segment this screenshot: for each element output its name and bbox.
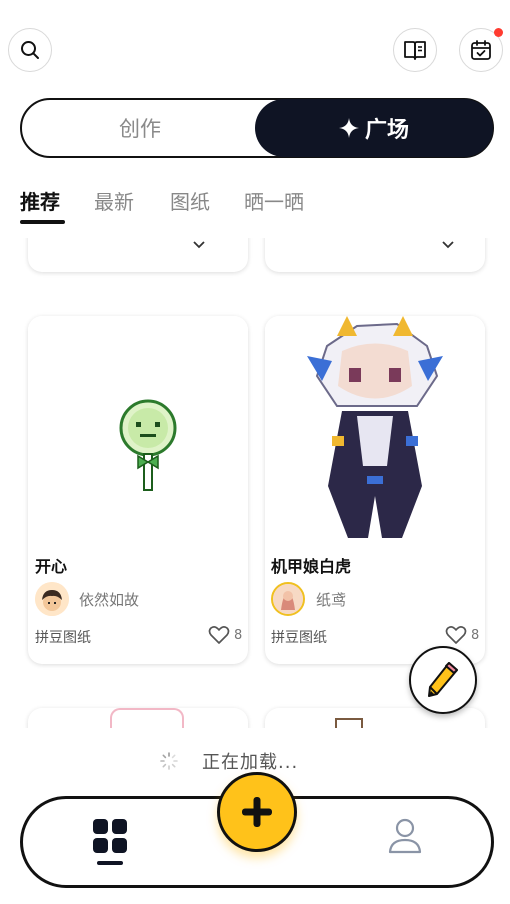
sparkle-icon: [338, 118, 359, 138]
feed-tabs: 推荐 最新 图纸 晒一晒: [20, 186, 340, 226]
post-image: [265, 316, 485, 538]
spinner-icon: [160, 752, 178, 770]
pixel-mecha-girl-image: [307, 316, 443, 538]
like-count: 8: [471, 627, 480, 643]
mode-switch: 创作 广场: [20, 98, 494, 158]
post-image: [335, 718, 363, 728]
segment-create-label: 创作: [119, 117, 161, 141]
user-icon: [388, 818, 422, 854]
post-image: [28, 316, 248, 538]
plus-icon: [242, 797, 272, 827]
post-card[interactable]: 开心 依然如故 拼豆图纸 8: [28, 316, 248, 664]
like-count: 8: [234, 627, 243, 643]
notification-dot: [494, 28, 503, 37]
loading-indicator: 正在加载...: [160, 748, 298, 774]
author-avatar-image: [35, 582, 69, 616]
avatar[interactable]: [35, 582, 69, 616]
chevron-down-icon: [442, 241, 454, 249]
calendar-check-icon: [471, 40, 491, 60]
post-title: 开心: [35, 557, 68, 576]
tab-label: 推荐: [20, 190, 60, 214]
guide-button[interactable]: [393, 28, 437, 72]
post-card[interactable]: 机甲娘白虎 纸鸢 拼豆图纸 8: [265, 316, 485, 664]
author-name[interactable]: 纸鸢: [316, 589, 346, 610]
like-button[interactable]: 8: [208, 625, 242, 645]
nav-active-indicator: [97, 861, 123, 865]
tab-label: 图纸: [170, 190, 210, 214]
active-tab-indicator: [20, 220, 65, 224]
chevron-down-icon: [193, 241, 205, 249]
segment-square[interactable]: 广场: [255, 99, 493, 157]
author-avatar-image: [273, 584, 303, 614]
heart-icon: [208, 626, 230, 644]
like-button[interactable]: 8: [445, 625, 479, 645]
tab-latest[interactable]: 最新: [94, 186, 134, 215]
book-open-icon: [404, 41, 426, 60]
nav-home[interactable]: [93, 819, 127, 865]
post-card-partial[interactable]: [265, 238, 485, 272]
tab-patterns[interactable]: 图纸: [170, 186, 210, 215]
post-tag[interactable]: 拼豆图纸: [271, 627, 327, 647]
segment-square-label: 广场: [364, 118, 409, 143]
tab-label: 晒一晒: [244, 190, 304, 214]
author-name[interactable]: 依然如故: [79, 589, 139, 610]
search-button[interactable]: [8, 28, 52, 72]
draw-button[interactable]: [409, 646, 477, 714]
pixel-lollipop-image: [119, 399, 177, 491]
post-title: 机甲娘白虎: [271, 557, 352, 576]
pencil-icon: [428, 662, 458, 697]
tab-label: 最新: [94, 190, 134, 214]
tab-showcase[interactable]: 晒一晒: [244, 186, 304, 215]
post-image: [110, 708, 184, 728]
post-card-partial[interactable]: [28, 708, 248, 728]
loading-text: 正在加载...: [202, 752, 299, 773]
tab-recommend[interactable]: 推荐: [20, 186, 60, 215]
grid-icon: [93, 819, 127, 853]
post-tag[interactable]: 拼豆图纸: [35, 627, 91, 647]
search-icon: [21, 41, 39, 59]
nav-profile[interactable]: [388, 818, 422, 858]
segment-create[interactable]: 创作: [22, 100, 258, 156]
heart-icon: [445, 626, 467, 644]
post-card-partial[interactable]: [28, 238, 248, 272]
create-button[interactable]: [217, 772, 297, 852]
avatar[interactable]: [271, 582, 305, 616]
